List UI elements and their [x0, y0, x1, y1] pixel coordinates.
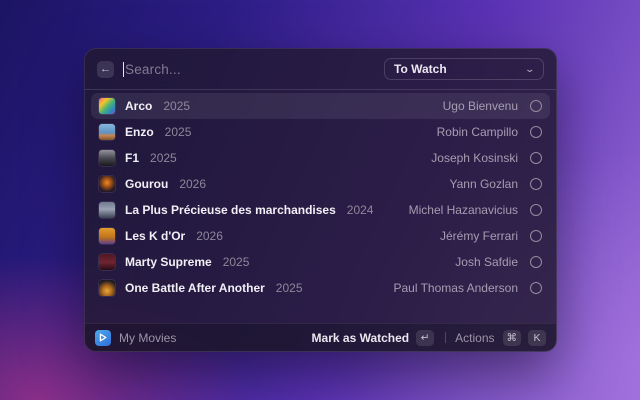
movie-row[interactable]: Enzo 2025 Robin Campillo — [91, 119, 550, 145]
poster-thumbnail — [99, 202, 115, 218]
movie-row[interactable]: La Plus Précieuse des marchandises 2024 … — [91, 197, 550, 223]
movie-year: 2025 — [163, 99, 190, 113]
movie-title: Gourou — [125, 177, 168, 191]
movie-year: 2025 — [223, 255, 250, 269]
movie-director: Michel Hazanavicius — [409, 203, 518, 217]
movie-row[interactable]: One Battle After Another 2025 Paul Thoma… — [91, 275, 550, 301]
search-placeholder: Search... — [125, 62, 181, 77]
movie-title: La Plus Précieuse des marchandises — [125, 203, 336, 217]
watched-checkbox-icon[interactable] — [530, 256, 542, 268]
movie-title: F1 — [125, 151, 139, 165]
footer-separator — [445, 332, 446, 343]
movie-year: 2024 — [347, 203, 374, 217]
footer-actions: Mark as Watched ↵ Actions ⌘ K — [312, 330, 546, 346]
filter-dropdown-value: To Watch — [394, 62, 447, 76]
movie-director: Jérémy Ferrari — [440, 229, 518, 243]
movie-director: Ugo Bienvenu — [443, 99, 518, 113]
chevron-down-icon: ⌄ — [525, 64, 536, 75]
movie-title: One Battle After Another — [125, 281, 265, 295]
movie-list: Arco 2025 Ugo Bienvenu Enzo 2025 Robin C… — [85, 90, 556, 323]
movie-title: Arco — [125, 99, 152, 113]
poster-thumbnail — [99, 228, 115, 244]
my-movies-app-icon — [95, 330, 111, 346]
movie-row[interactable]: Marty Supreme 2025 Josh Safdie — [91, 249, 550, 275]
enter-key-badge: ↵ — [416, 330, 434, 346]
movie-year: 2025 — [165, 125, 192, 139]
poster-thumbnail — [99, 280, 115, 296]
k-key-badge: K — [528, 330, 546, 346]
movie-title: Les K d'Or — [125, 229, 185, 243]
search-input[interactable]: Search... — [123, 62, 384, 77]
movie-title: Marty Supreme — [125, 255, 212, 269]
movie-year: 2026 — [196, 229, 223, 243]
search-header: ← Search... To Watch ⌄ — [85, 49, 556, 89]
movie-title: Enzo — [125, 125, 154, 139]
watched-checkbox-icon[interactable] — [530, 204, 542, 216]
movie-row[interactable]: Arco 2025 Ugo Bienvenu — [91, 93, 550, 119]
text-caret — [123, 62, 124, 77]
mark-as-watched-button[interactable]: Mark as Watched — [312, 331, 410, 345]
actions-button[interactable]: Actions — [455, 331, 494, 345]
movie-year: 2025 — [150, 151, 177, 165]
poster-thumbnail — [99, 176, 115, 192]
movie-director: Josh Safdie — [455, 255, 518, 269]
watched-checkbox-icon[interactable] — [530, 178, 542, 190]
watched-checkbox-icon[interactable] — [530, 100, 542, 112]
app-name-label: My Movies — [119, 331, 176, 345]
movie-row[interactable]: Gourou 2026 Yann Gozlan — [91, 171, 550, 197]
back-button[interactable]: ← — [97, 61, 114, 78]
watched-checkbox-icon[interactable] — [530, 282, 542, 294]
poster-thumbnail — [99, 150, 115, 166]
movie-row[interactable]: Les K d'Or 2026 Jérémy Ferrari — [91, 223, 550, 249]
command-key-badge: ⌘ — [503, 330, 522, 346]
filter-dropdown[interactable]: To Watch ⌄ — [384, 58, 544, 80]
poster-thumbnail — [99, 124, 115, 140]
watched-checkbox-icon[interactable] — [530, 126, 542, 138]
back-arrow-icon: ← — [100, 63, 111, 75]
movie-director: Robin Campillo — [437, 125, 518, 139]
play-icon — [99, 333, 107, 342]
movie-year: 2026 — [179, 177, 206, 191]
watched-checkbox-icon[interactable] — [530, 152, 542, 164]
movie-director: Paul Thomas Anderson — [393, 281, 518, 295]
watched-checkbox-icon[interactable] — [530, 230, 542, 242]
footer-bar: My Movies Mark as Watched ↵ Actions ⌘ K — [85, 323, 556, 351]
movie-director: Joseph Kosinski — [431, 151, 518, 165]
movie-year: 2025 — [276, 281, 303, 295]
command-palette-window: ← Search... To Watch ⌄ Arco 2025 Ugo Bie… — [84, 48, 557, 352]
poster-thumbnail — [99, 98, 115, 114]
poster-thumbnail — [99, 254, 115, 270]
movie-director: Yann Gozlan — [450, 177, 519, 191]
movie-row[interactable]: F1 2025 Joseph Kosinski — [91, 145, 550, 171]
